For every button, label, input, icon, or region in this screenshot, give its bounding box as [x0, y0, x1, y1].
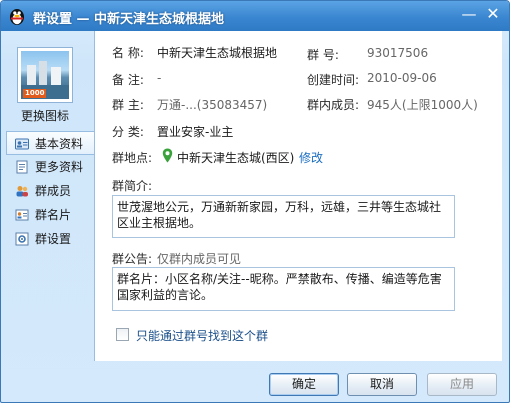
remark-value: -	[157, 71, 162, 85]
sidebar: 1000 更换图标 基本资料 更多资料 群成员 群名片 群设置	[1, 31, 97, 361]
id-card-icon	[15, 138, 29, 150]
group-name-value: 中新天津生态城根据地	[157, 46, 278, 60]
window-title: 群设置 — 中新天津生态城根据地	[33, 12, 225, 27]
sidebar-item-label: 群名片	[35, 208, 72, 222]
notice-visibility-hint: 仅群内成员可见	[157, 252, 242, 266]
group-settings-window: 群设置 — 中新天津生态城根据地 — ✕ 1000 更换图标 基本资料 更多资料…	[0, 0, 510, 403]
group-avatar: 1000	[21, 51, 69, 99]
member-count-label: 群内成员:	[307, 98, 360, 112]
title-bar[interactable]: 群设置 — 中新天津生态城根据地 — ✕	[1, 1, 509, 31]
location-edit-link[interactable]: 修改	[299, 149, 323, 166]
sidebar-item-label: 基本资料	[35, 137, 84, 151]
document-icon	[16, 160, 28, 174]
sidebar-item-label: 群设置	[35, 232, 72, 246]
close-button[interactable]: ✕	[484, 5, 502, 23]
members-icon	[16, 186, 28, 197]
search-only-label[interactable]: 只能通过群号找到这个群	[136, 327, 268, 344]
remark-label: 备 注:	[112, 73, 144, 87]
location-label: 群地点:	[112, 151, 153, 165]
basic-info-panel: 名 称: 中新天津生态城根据地 群 号: 93017506 备 注: - 创建时…	[94, 31, 502, 361]
search-only-checkbox[interactable]	[116, 328, 129, 341]
member-count-value: 945人(上限1000人)	[367, 98, 478, 112]
created-label: 创建时间:	[307, 73, 360, 87]
group-avatar-frame[interactable]: 1000	[17, 47, 73, 103]
created-value: 2010-09-06	[367, 71, 437, 85]
category-label: 分 类:	[112, 125, 144, 139]
dialog-button-bar: 确定 取消 应用	[1, 361, 509, 402]
change-icon-link[interactable]: 更换图标	[21, 107, 69, 124]
sidebar-item-group-settings[interactable]: 群设置	[9, 227, 95, 251]
location-value: 中新天津生态城(西区)	[177, 151, 295, 165]
sidebar-nav: 基本资料 更多资料 群成员 群名片 群设置	[6, 131, 95, 251]
sidebar-item-group-card[interactable]: 群名片	[9, 203, 95, 227]
name-label: 名 称:	[112, 46, 144, 60]
sidebar-item-more-info[interactable]: 更多资料	[9, 155, 95, 179]
category-value: 置业安家-业主	[157, 125, 234, 139]
ok-button[interactable]: 确定	[269, 373, 339, 396]
qq-penguin-icon	[10, 9, 24, 25]
owner-label: 群 主:	[112, 98, 144, 112]
owner-value: 万通-...(35083457)	[157, 98, 268, 112]
sidebar-item-basic-info[interactable]: 基本资料	[6, 131, 95, 155]
cancel-button[interactable]: 取消	[347, 373, 417, 396]
card-icon	[15, 209, 29, 221]
group-number-value: 93017506	[367, 46, 429, 60]
location-pin-icon	[162, 148, 173, 163]
settings-icon	[15, 232, 29, 246]
minimize-button[interactable]: —	[460, 5, 478, 23]
sidebar-item-members[interactable]: 群成员	[9, 179, 95, 203]
group-number-label: 群 号:	[307, 48, 339, 62]
group-intro-textarea[interactable]: 世茂渥地公元，万通新新家园，万科，远雄，三井等生态城社区业主根据地。	[112, 195, 455, 238]
avatar-tag: 1000	[23, 89, 47, 98]
group-notice-textarea[interactable]: 群名片：小区名称/关注--昵称。严禁散布、传播、编造等危害国家利益的言论。	[112, 267, 455, 311]
apply-button[interactable]: 应用	[427, 373, 497, 396]
sidebar-item-label: 群成员	[35, 184, 72, 198]
notice-label: 群公告:	[112, 252, 153, 266]
sidebar-item-label: 更多资料	[35, 160, 84, 174]
intro-label: 群简介:	[112, 179, 153, 193]
